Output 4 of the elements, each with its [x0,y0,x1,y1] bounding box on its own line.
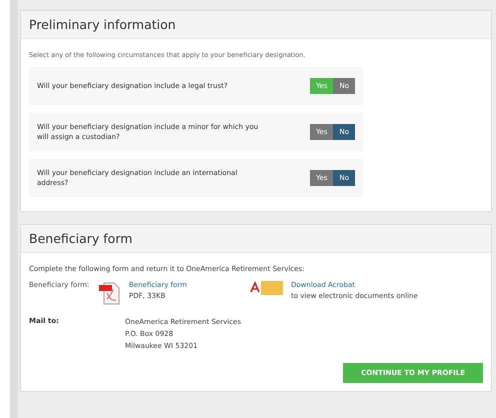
panel-title: Preliminary information [21,11,491,39]
acrobat-icon [249,281,283,295]
pdf-icon [99,281,121,305]
panel-title: Beneficiary form [21,225,491,253]
